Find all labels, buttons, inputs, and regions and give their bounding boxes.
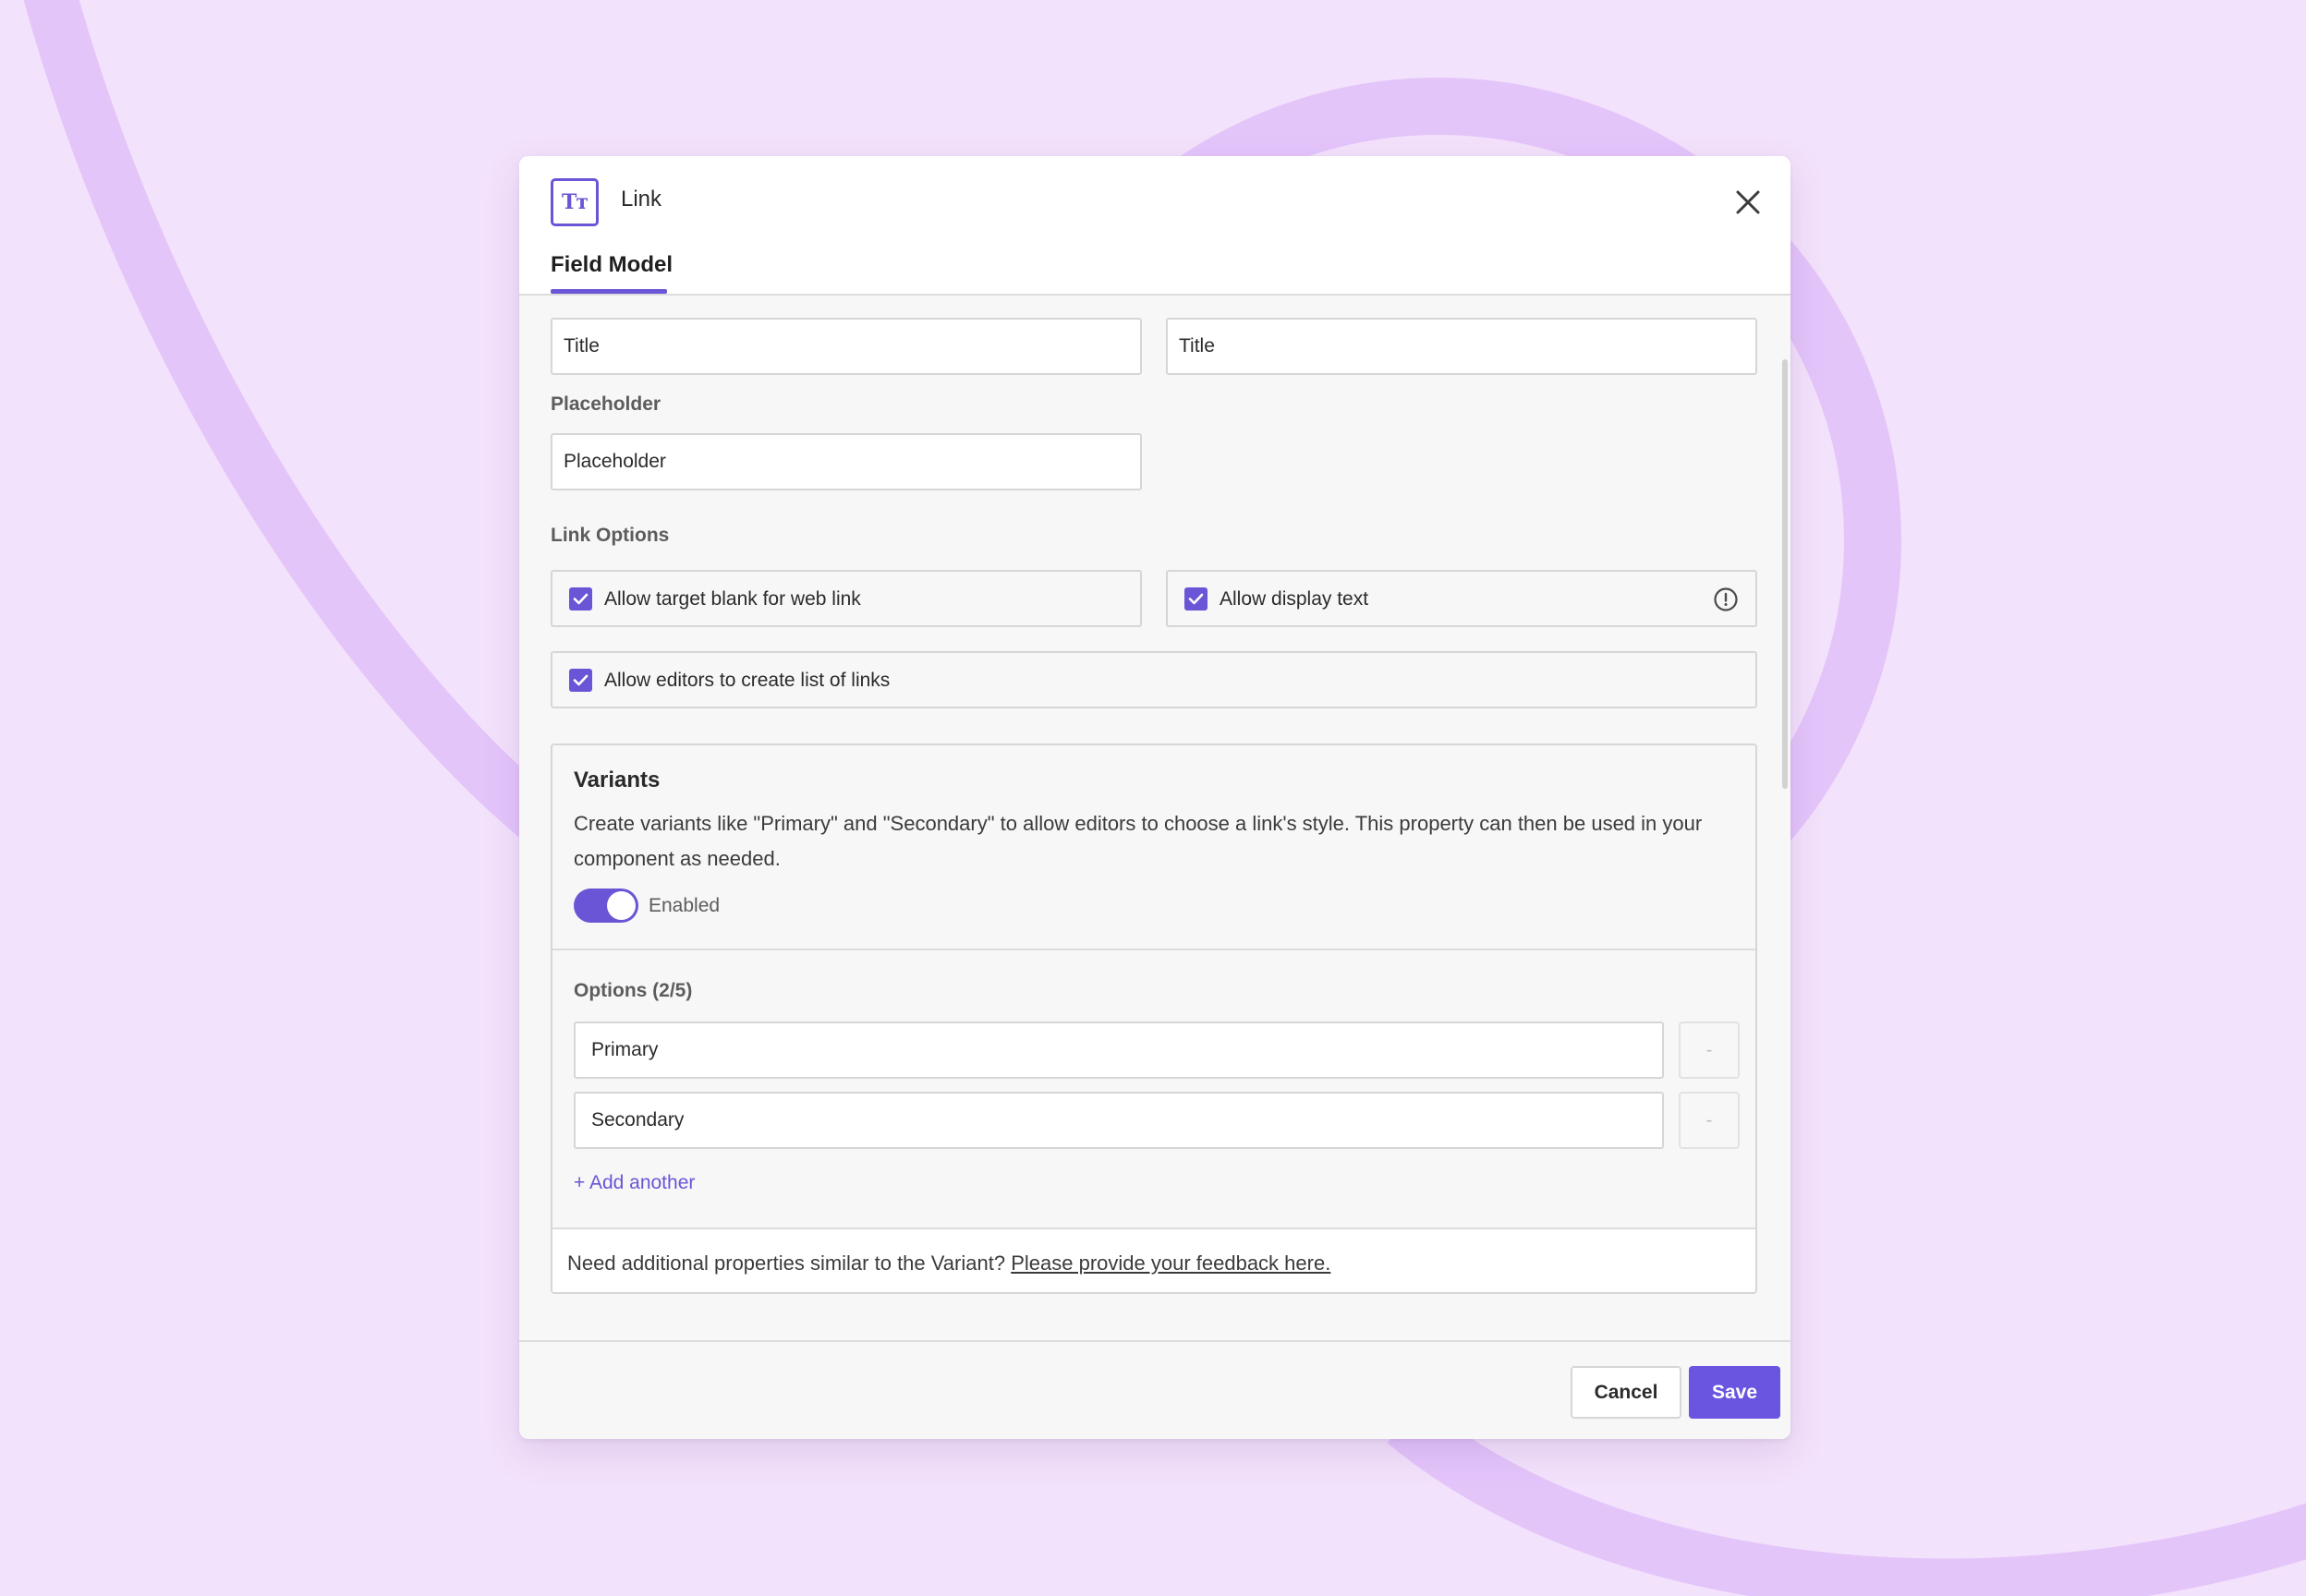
check-icon [1188,593,1204,605]
toggle-label: Enabled [649,895,721,916]
dialog-header: Tт Link Field Model [519,156,1790,296]
check-icon [573,674,589,686]
footer-divider [519,1340,1790,1342]
toggle-knob [607,891,636,920]
checkbox-checked[interactable] [1184,587,1208,611]
info-icon[interactable] [1713,586,1739,612]
variants-section: Variants Create variants like "Primary" … [551,744,1757,1294]
remove-option-button[interactable]: - [1679,1022,1740,1079]
options-count-label: Options (2/5) [574,980,693,1001]
dialog-title: Link [621,187,662,212]
option-list-of-links[interactable]: Allow editors to create list of links [551,651,1757,708]
variant-option-input[interactable] [574,1022,1664,1079]
option-target-blank[interactable]: Allow target blank for web link [551,570,1142,627]
add-another-link[interactable]: + Add another [574,1172,695,1194]
title-input-secondary[interactable] [1166,318,1757,375]
feedback-text: Need additional properties similar to th… [567,1251,1330,1276]
check-icon [573,593,589,605]
placeholder-input[interactable] [551,433,1142,490]
checkbox-checked[interactable] [569,669,592,692]
title-input-primary[interactable] [551,318,1142,375]
feedback-bar: Need additional properties similar to th… [552,1227,1755,1292]
checkbox-checked[interactable] [569,587,592,611]
option-display-text[interactable]: Allow display text [1166,570,1757,627]
variants-title: Variants [574,768,661,792]
variant-option-input[interactable] [574,1092,1664,1149]
variants-description: Create variants like "Primary" and "Seco… [574,812,1703,870]
link-options-label: Link Options [551,525,670,546]
feedback-prefix: Need additional properties similar to th… [567,1251,1006,1275]
save-button[interactable]: Save [1689,1366,1780,1419]
link-field-dialog: Tт Link Field Model Placeholder Link Opt… [519,156,1790,1439]
option-label: Allow editors to create list of links [604,670,891,691]
close-icon[interactable] [1733,187,1763,217]
placeholder-label: Placeholder [551,393,661,415]
feedback-link[interactable]: Please provide your feedback here. [1011,1251,1330,1275]
variants-enabled-toggle[interactable] [574,889,638,923]
scrollbar[interactable] [1782,359,1788,789]
remove-option-button[interactable]: - [1679,1092,1740,1149]
divider [552,949,1755,950]
text-type-icon: Tт [551,178,599,226]
option-label: Allow target blank for web link [604,588,861,610]
active-tab-indicator [551,289,667,294]
option-label: Allow display text [1220,588,1369,610]
cancel-button[interactable]: Cancel [1571,1366,1681,1419]
